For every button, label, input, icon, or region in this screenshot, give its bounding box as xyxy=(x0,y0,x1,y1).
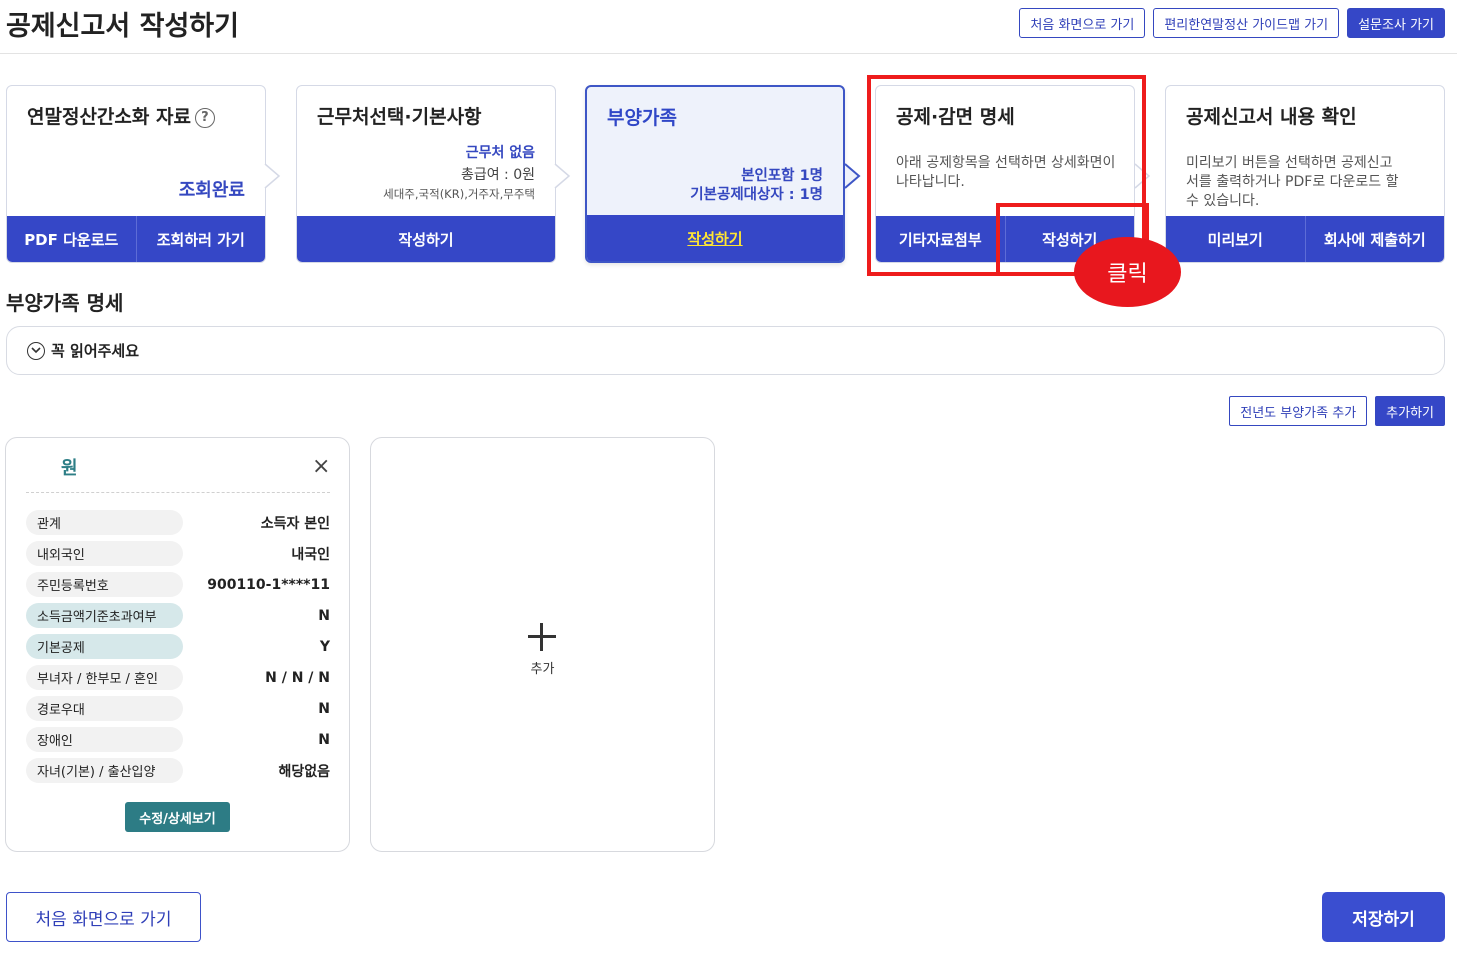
info-row: 기본공제 Y xyxy=(26,634,330,659)
row-label: 기본공제 xyxy=(26,634,183,659)
notice-accordion[interactable]: 꼭 읽어주세요 xyxy=(6,326,1445,375)
go-lookup-button[interactable]: 조회하러 가기 xyxy=(137,216,266,262)
step-buttons: PDF 다운로드 조회하러 가기 xyxy=(7,216,265,262)
household-detail: 세대주,국적(KR),거주자,무주택 xyxy=(383,187,535,201)
workplace-status: 근무처 없음 xyxy=(465,145,535,161)
dependent-name: 원 xyxy=(61,458,78,479)
section-title: 부양가족 명세 xyxy=(6,291,124,315)
step-buttons: 작성하기 xyxy=(297,216,555,262)
step-buttons: 작성하기 xyxy=(587,215,843,261)
add-dependent-card[interactable]: 추가 xyxy=(370,437,715,852)
page-title: 공제신고서 작성하기 xyxy=(6,11,239,42)
top-buttons: 처음 화면으로 가기 편리한연말정산 가이드맵 가기 설문조사 가기 xyxy=(1019,8,1445,38)
submit-to-company-button[interactable]: 회사에 제출하기 xyxy=(1306,216,1445,262)
chevron-down-icon xyxy=(27,341,45,360)
info-row: 장애인 N xyxy=(26,727,330,752)
row-label: 소득금액기준초과여부 xyxy=(26,603,183,628)
close-icon[interactable]: × xyxy=(312,456,330,478)
step-description: 미리보기 버튼을 선택하면 공제신고서를 출력하거나 PDF로 다운로드 할 수… xyxy=(1186,155,1399,209)
step-title: 연말정산간소화 자료? xyxy=(27,102,215,129)
row-value: N xyxy=(318,607,330,624)
info-row: 소득금액기준초과여부 N xyxy=(26,603,330,628)
row-label: 주민등록번호 xyxy=(26,572,183,597)
survey-button[interactable]: 설문조사 가기 xyxy=(1347,8,1445,38)
step-buttons: 미리보기 회사에 제출하기 xyxy=(1166,216,1444,262)
row-label: 부녀자 / 한부모 / 혼인 xyxy=(26,665,183,690)
add-buttons: 전년도 부양가족 추가 추가하기 xyxy=(1229,396,1445,426)
chevron-right-icon xyxy=(554,163,571,189)
row-label: 내외국인 xyxy=(26,541,183,566)
save-button[interactable]: 저장하기 xyxy=(1322,892,1445,942)
divider xyxy=(26,492,330,493)
row-value: N / N / N xyxy=(265,669,330,686)
help-icon[interactable]: ? xyxy=(194,107,215,128)
row-value: N xyxy=(318,731,330,748)
add-label: 추가 xyxy=(530,662,555,677)
deduction-targets: 기본공제대상자 : 1명 xyxy=(690,187,823,203)
row-label: 자녀(기본) / 출산입양 xyxy=(26,758,183,783)
salary-text: 총급여 : 0원 xyxy=(460,167,535,183)
row-value: N xyxy=(318,700,330,717)
step-title: 공제신고서 내용 확인 xyxy=(1186,106,1357,128)
info-row: 관계 소득자 본인 xyxy=(26,510,330,535)
info-row: 자녀(기본) / 출산입양 해당없음 xyxy=(26,758,330,783)
info-row: 부녀자 / 한부모 / 혼인 N / N / N xyxy=(26,665,330,690)
notice-label: 꼭 읽어주세요 xyxy=(51,342,140,360)
click-annotation-badge: 클릭 xyxy=(1074,237,1181,307)
step-review: 공제신고서 내용 확인 미리보기 버튼을 선택하면 공제신고서를 출력하거나 P… xyxy=(1165,85,1445,263)
row-label: 관계 xyxy=(26,510,183,535)
step-simplified-data: 연말정산간소화 자료? 조회완료 PDF 다운로드 조회하러 가기 xyxy=(6,85,266,263)
info-row: 주민등록번호 900110-1****11 xyxy=(26,572,330,597)
dependent-card: 원 × 관계 소득자 본인 내외국인 내국인 주민등록번호 900110-1**… xyxy=(5,437,350,852)
go-home-button[interactable]: 처음 화면으로 가기 xyxy=(1019,8,1146,38)
info-row: 내외국인 내국인 xyxy=(26,541,330,566)
step-workplace: 근무처선택·기본사항 근무처 없음 총급여 : 0원 세대주,국적(KR),거주… xyxy=(296,85,556,263)
row-value: 내국인 xyxy=(291,546,330,563)
row-value: 해당없음 xyxy=(278,763,330,780)
row-label: 경로우대 xyxy=(26,696,183,721)
step-title: 부양가족 xyxy=(607,107,677,129)
row-value: Y xyxy=(319,638,330,655)
write-button[interactable]: 작성하기 xyxy=(587,215,843,261)
status-text: 조회완료 xyxy=(178,180,245,201)
row-label: 장애인 xyxy=(26,727,183,752)
write-button[interactable]: 작성하기 xyxy=(297,216,555,262)
pdf-download-button[interactable]: PDF 다운로드 xyxy=(7,216,137,262)
header: 공제신고서 작성하기 처음 화면으로 가기 편리한연말정산 가이드맵 가기 설문… xyxy=(0,0,1457,54)
add-dependent-button[interactable]: 추가하기 xyxy=(1375,396,1445,426)
edit-detail-button[interactable]: 수정/상세보기 xyxy=(125,802,230,832)
info-row: 경로우대 N xyxy=(26,696,330,721)
chevron-right-icon xyxy=(844,163,861,189)
step-dependents: 부양가족 본인포함 1명 기본공제대상자 : 1명 작성하기 xyxy=(585,85,845,263)
step-title: 근무처선택·기본사항 xyxy=(317,106,482,128)
preview-button[interactable]: 미리보기 xyxy=(1166,216,1306,262)
plus-icon xyxy=(528,623,556,651)
dependents-count: 본인포함 1명 xyxy=(741,168,823,184)
add-previous-year-dependent-button[interactable]: 전년도 부양가족 추가 xyxy=(1229,396,1368,426)
home-button[interactable]: 처음 화면으로 가기 xyxy=(6,892,201,942)
guide-map-button[interactable]: 편리한연말정산 가이드맵 가기 xyxy=(1153,8,1340,38)
row-value: 소득자 본인 xyxy=(260,515,330,532)
row-value: 900110-1****11 xyxy=(207,576,330,593)
chevron-right-icon xyxy=(264,163,281,189)
